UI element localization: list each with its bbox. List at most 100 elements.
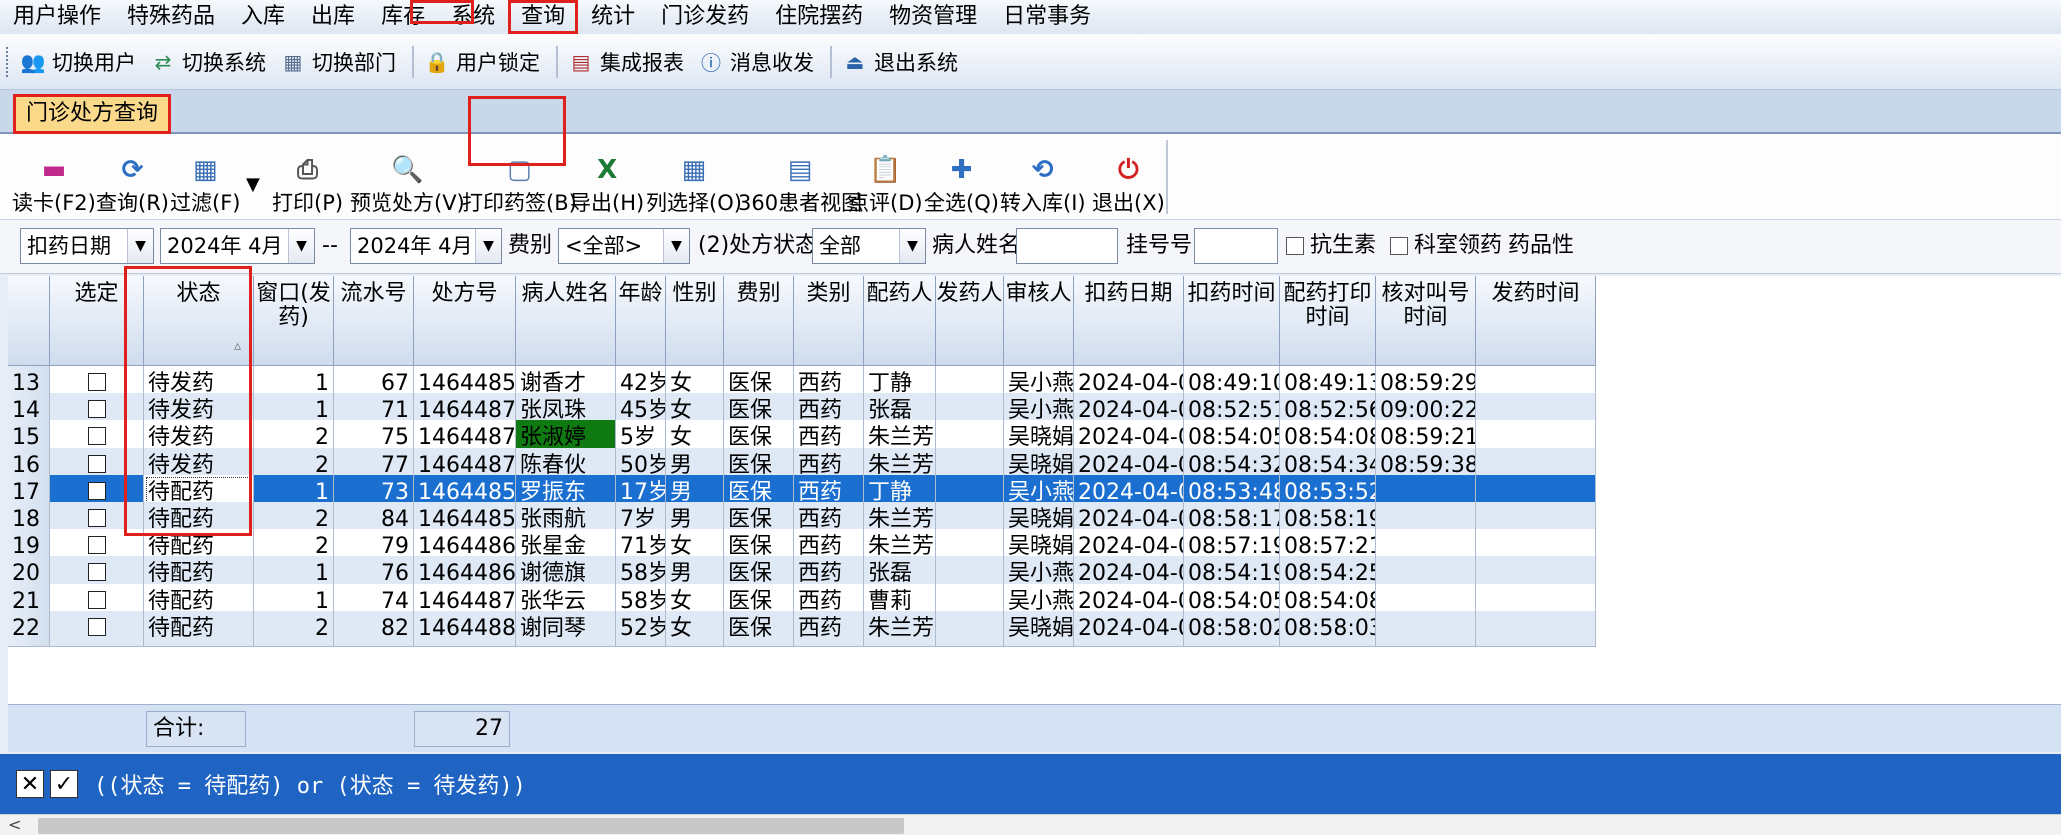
cell-dispenser[interactable]: 朱兰芳 bbox=[864, 610, 936, 647]
exit-button[interactable]: ⏻ 退出(X) bbox=[1092, 142, 1165, 216]
cell-deduct-date[interactable]: 2024-04-02 bbox=[1074, 610, 1184, 647]
cell-serial-no[interactable]: 82 bbox=[334, 610, 414, 647]
switch-department-button[interactable]: ▦ 切换部门 bbox=[280, 47, 396, 77]
column-header-dispenser[interactable]: 配药人 bbox=[864, 276, 936, 366]
patient-360-view-button[interactable]: ▤ 360患者视图 bbox=[738, 142, 862, 216]
cell-window[interactable]: 2 bbox=[254, 610, 334, 647]
menu-materials[interactable]: 物资管理 bbox=[876, 0, 990, 34]
patient-name-input[interactable] bbox=[1016, 228, 1118, 264]
integrated-report-button[interactable]: ▤ 集成报表 bbox=[568, 47, 684, 77]
prescription-status-select[interactable]: 全部 ▼ bbox=[812, 228, 926, 264]
select-all-button[interactable]: ✚ 全选(Q) bbox=[924, 142, 999, 216]
registration-number-input[interactable] bbox=[1194, 228, 1278, 264]
column-header-deduct-time[interactable]: 扣药时间 bbox=[1184, 276, 1280, 366]
menu-special-drugs[interactable]: 特殊药品 bbox=[114, 0, 228, 34]
lock-user-button[interactable]: 🔒 用户锁定 bbox=[424, 47, 540, 77]
transfer-stock-button[interactable]: ⟲ 转入库(I) bbox=[1000, 142, 1086, 216]
column-header-prescription-no[interactable]: 处方号 bbox=[414, 276, 516, 366]
menu-user-ops[interactable]: 用户操作 bbox=[0, 0, 114, 34]
column-header-reviewer[interactable]: 审核人 bbox=[1004, 276, 1074, 366]
column-header-deduct-date[interactable]: 扣药日期 bbox=[1074, 276, 1184, 366]
menu-outpatient-dispensing[interactable]: 门诊发药 bbox=[648, 0, 762, 34]
date-from-picker[interactable]: 2024年 4月 2日 ▼ bbox=[160, 228, 315, 264]
toolbar-grip[interactable] bbox=[6, 46, 10, 77]
cell-reviewer[interactable]: 吴晓娟 bbox=[1004, 610, 1074, 647]
cell-gender[interactable]: 女 bbox=[666, 610, 724, 647]
scroll-left-icon[interactable]: < bbox=[8, 815, 21, 834]
scrollbar-thumb[interactable] bbox=[38, 818, 904, 834]
column-header-category[interactable]: 类别 bbox=[794, 276, 864, 366]
cell-deduct-time[interactable]: 08:58:02 bbox=[1184, 610, 1280, 647]
row-select-checkbox[interactable] bbox=[87, 536, 106, 555]
date-type-select[interactable]: 扣药日期 ▼ bbox=[20, 228, 154, 264]
cell-issuer[interactable] bbox=[936, 610, 1004, 647]
excel-export-icon: X bbox=[597, 155, 618, 185]
dept-collect-checkbox[interactable] bbox=[1390, 237, 1408, 255]
select-checkbox-cell[interactable] bbox=[50, 610, 144, 647]
menu-stock-out[interactable]: 出库 bbox=[298, 0, 368, 34]
cell-status[interactable]: 待配药 bbox=[144, 610, 254, 647]
cell-prescription-no[interactable]: 14644883 bbox=[414, 610, 516, 647]
chevron-down-icon[interactable]: ▼ bbox=[127, 229, 153, 263]
row-select-checkbox[interactable] bbox=[87, 617, 106, 636]
column-header-call-time[interactable]: 核对叫号时间 bbox=[1376, 276, 1476, 366]
row-indicator-header[interactable] bbox=[8, 276, 50, 366]
review-button[interactable]: 📋 点评(D) bbox=[848, 142, 923, 216]
column-header-serial-no[interactable]: 流水号 bbox=[334, 276, 414, 366]
filter-dropdown-icon[interactable]: ▼ bbox=[246, 174, 260, 195]
horizontal-scrollbar[interactable]: < bbox=[0, 814, 2061, 835]
clear-filter-icon[interactable]: ✕ bbox=[16, 770, 44, 798]
tab-outpatient-prescription-query[interactable]: 门诊处方查询 bbox=[13, 94, 172, 134]
cell-category[interactable]: 西药 bbox=[794, 610, 864, 647]
row-select-checkbox[interactable] bbox=[87, 400, 106, 419]
date-to-picker[interactable]: 2024年 4月 2日 ▼ bbox=[350, 228, 502, 264]
column-header-print-time[interactable]: 配药打印时间 bbox=[1280, 276, 1376, 366]
action-label: 读卡(F2) bbox=[12, 191, 96, 215]
cell-patient-name[interactable]: 谢同琴 bbox=[516, 610, 616, 647]
column-header-issue-time[interactable]: 发药时间 bbox=[1476, 276, 1596, 366]
row-select-checkbox[interactable] bbox=[87, 427, 106, 446]
filter-expression[interactable]: ((状态 = 待配药) or (状态 = 待发药)) bbox=[94, 768, 526, 800]
menu-stock-in[interactable]: 入库 bbox=[228, 0, 298, 34]
chevron-down-icon[interactable]: ▼ bbox=[663, 229, 689, 263]
menu-daily-affairs[interactable]: 日常事务 bbox=[990, 0, 1104, 34]
row-select-checkbox[interactable] bbox=[87, 509, 106, 527]
filter-button[interactable]: ▦ 过滤(F) bbox=[170, 142, 240, 216]
cell-age[interactable]: 52岁 bbox=[616, 610, 666, 647]
row-select-checkbox[interactable] bbox=[87, 563, 106, 582]
column-header-gender[interactable]: 性别 bbox=[666, 276, 724, 366]
menu-query[interactable]: 查询 bbox=[508, 0, 579, 34]
chevron-down-icon[interactable]: ▼ bbox=[475, 229, 501, 263]
cell-issue-time[interactable] bbox=[1476, 610, 1596, 647]
row-select-checkbox[interactable] bbox=[87, 454, 106, 473]
print-button[interactable]: ⎙ 打印(P) bbox=[272, 142, 343, 216]
switch-system-button[interactable]: ⇄ 切换系统 bbox=[150, 47, 266, 77]
column-select-button[interactable]: ▦ 列选择(O) bbox=[646, 142, 742, 216]
export-button[interactable]: X 导出(H) bbox=[570, 142, 644, 216]
row-select-checkbox[interactable] bbox=[87, 481, 106, 500]
row-select-checkbox[interactable] bbox=[87, 590, 106, 609]
message-button[interactable]: ⓘ 消息收发 bbox=[698, 47, 814, 77]
preview-prescription-button[interactable]: 🔍 预览处方(V) bbox=[350, 142, 465, 216]
fee-type-select[interactable]: <全部> ▼ bbox=[558, 228, 690, 264]
antibiotic-checkbox[interactable] bbox=[1286, 237, 1304, 255]
menu-statistics[interactable]: 统计 bbox=[578, 0, 648, 34]
column-header-issuer[interactable]: 发药人 bbox=[936, 276, 1004, 366]
column-header-age[interactable]: 年龄 bbox=[616, 276, 666, 366]
table-row[interactable]: 22 待配药28214644883谢同琴52岁女医保西药朱兰芳 吴晓娟2024-04… bbox=[8, 610, 1596, 647]
chevron-down-icon[interactable]: ▼ bbox=[899, 229, 925, 263]
column-header-fee-type[interactable]: 费别 bbox=[724, 276, 794, 366]
menu-inpatient-dispensing[interactable]: 住院摆药 bbox=[762, 0, 876, 34]
read-card-button[interactable]: ▬ 读卡(F2) bbox=[12, 142, 96, 216]
query-button[interactable]: ⟳ 查询(R) bbox=[96, 142, 169, 216]
chevron-down-icon[interactable]: ▼ bbox=[288, 229, 314, 263]
cell-print-time[interactable]: 08:58:03 bbox=[1280, 610, 1376, 647]
row-select-checkbox[interactable] bbox=[87, 373, 106, 391]
cell-call-time[interactable] bbox=[1376, 610, 1476, 647]
switch-user-button[interactable]: 👥 切换用户 bbox=[20, 47, 136, 77]
cell-fee-type[interactable]: 医保 bbox=[724, 610, 794, 647]
enable-filter-checkbox[interactable]: ✓ bbox=[50, 770, 78, 798]
column-header-window[interactable]: 窗口(发药) bbox=[254, 276, 334, 366]
column-header-patient-name[interactable]: 病人姓名 bbox=[516, 276, 616, 366]
exit-system-button[interactable]: ⏏ 退出系统 bbox=[842, 47, 958, 77]
